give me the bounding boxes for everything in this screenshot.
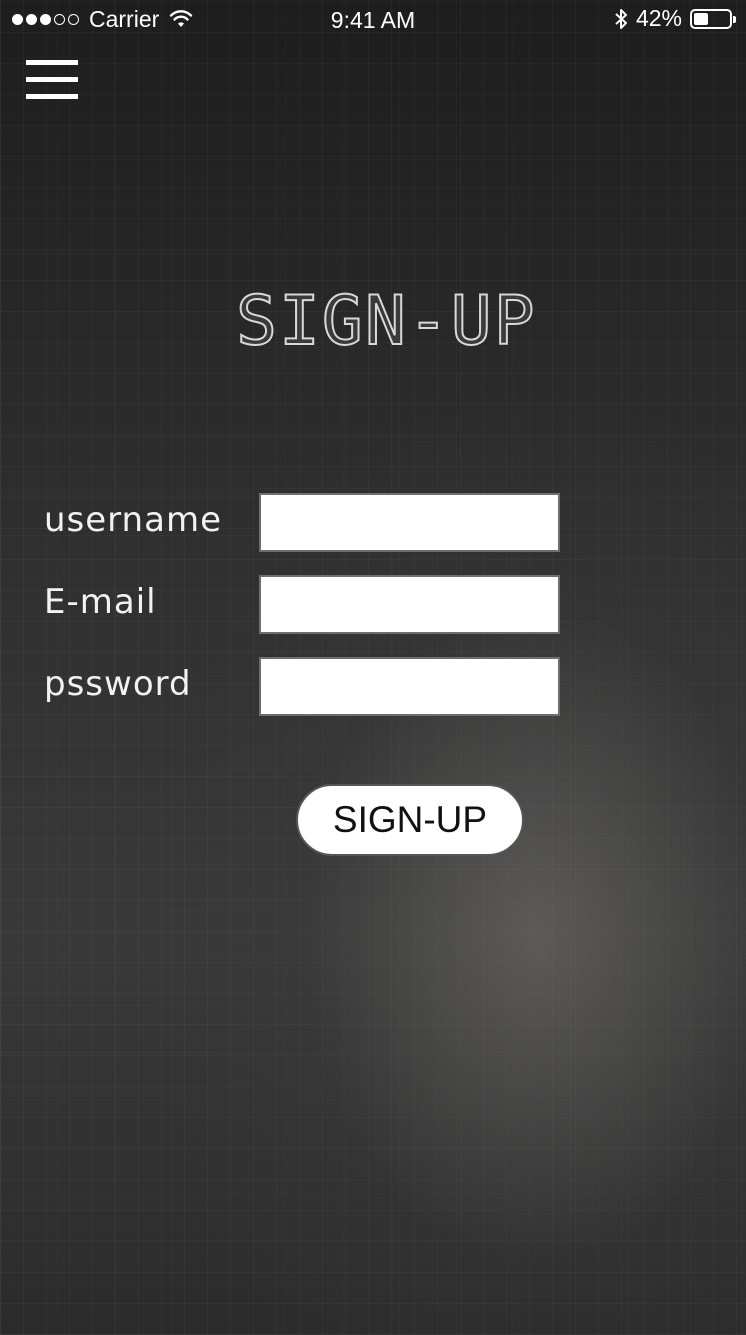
menu-line — [26, 77, 78, 82]
battery-percent: 42% — [635, 5, 682, 31]
username-field[interactable] — [259, 493, 560, 552]
bluetooth-icon — [615, 8, 627, 29]
hamburger-menu-icon[interactable] — [26, 60, 78, 102]
sign-up-button[interactable]: SIGN-UP — [296, 784, 524, 856]
battery-icon — [690, 8, 736, 29]
battery-cap — [733, 15, 736, 23]
menu-line — [26, 94, 78, 99]
status-right: 42% — [614, 5, 736, 32]
menu-line — [26, 60, 78, 65]
password-field[interactable] — [259, 657, 560, 716]
password-label: pssword — [44, 664, 192, 704]
email-field[interactable] — [259, 575, 560, 634]
email-label: E-mail — [44, 582, 157, 622]
username-label: username — [44, 500, 222, 540]
status-bar: Carrier 9:41 AM 42% — [0, 0, 746, 40]
page-title: SIGN-UP — [235, 281, 537, 362]
battery-level-fill — [694, 12, 708, 25]
